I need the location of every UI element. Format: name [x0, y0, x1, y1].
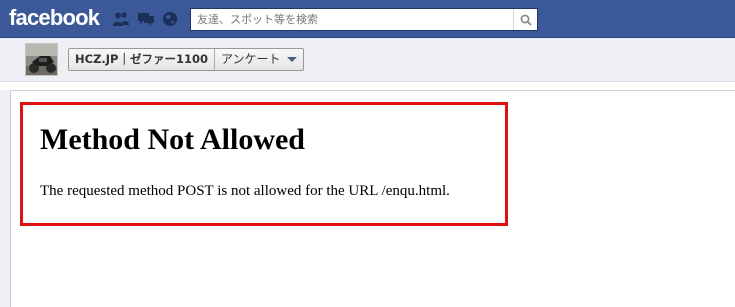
page-header: HCZ.JP｜ゼファー1100 アンケート	[0, 38, 735, 82]
motorcycle-thumbnail-icon	[26, 44, 57, 75]
left-gutter	[0, 90, 11, 307]
search-icon	[520, 14, 532, 26]
app-tab-dropdown[interactable]: アンケート	[215, 49, 303, 70]
error-message: The requested method POST is not allowed…	[40, 183, 450, 199]
search-box	[190, 8, 538, 31]
error-title: Method Not Allowed	[40, 123, 305, 156]
content-divider	[11, 90, 735, 91]
page-breadcrumb: HCZ.JP｜ゼファー1100 アンケート	[68, 48, 304, 71]
search-input[interactable]	[191, 9, 513, 30]
notifications-globe-icon[interactable]	[161, 11, 179, 27]
page-avatar[interactable]	[25, 43, 58, 76]
error-highlight-box: Method Not Allowed The requested method …	[20, 102, 508, 226]
facebook-logo[interactable]: facebook	[9, 5, 100, 31]
app-tab-label: アンケート	[221, 52, 281, 66]
search-button[interactable]	[513, 9, 537, 30]
facebook-topbar: facebook	[0, 0, 735, 38]
friend-requests-icon[interactable]	[112, 11, 130, 27]
messages-icon[interactable]	[137, 11, 155, 27]
page-name-link[interactable]: HCZ.JP｜ゼファー1100	[69, 49, 215, 70]
chevron-down-icon	[286, 57, 297, 62]
